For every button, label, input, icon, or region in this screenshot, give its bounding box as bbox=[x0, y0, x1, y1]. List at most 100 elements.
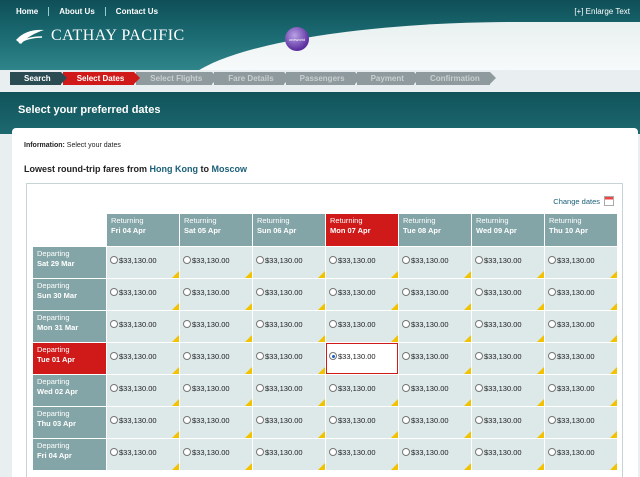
fare-radio[interactable] bbox=[329, 288, 337, 297]
fare-radio[interactable] bbox=[329, 416, 337, 425]
fare-cell[interactable]: $33,130.00 bbox=[399, 375, 471, 406]
fare-radio[interactable] bbox=[475, 384, 483, 393]
fare-cell[interactable]: $33,130.00 bbox=[545, 439, 617, 470]
fare-radio[interactable] bbox=[329, 352, 337, 361]
fare-radio[interactable] bbox=[183, 320, 191, 329]
fare-cell[interactable]: $33,130.00 bbox=[107, 311, 179, 342]
fare-cell[interactable]: $33,130.00 bbox=[253, 343, 325, 374]
fare-cell[interactable]: $33,130.00 bbox=[472, 343, 544, 374]
fare-radio[interactable] bbox=[548, 416, 556, 425]
fare-radio[interactable] bbox=[183, 384, 191, 393]
change-dates-link[interactable]: Change dates bbox=[553, 196, 614, 206]
fare-radio[interactable] bbox=[256, 448, 264, 457]
fare-cell[interactable]: $33,130.00 bbox=[180, 343, 252, 374]
fare-cell[interactable]: $33,130.00 bbox=[107, 343, 179, 374]
fare-radio[interactable] bbox=[183, 288, 191, 297]
fare-cell[interactable]: $33,130.00 bbox=[399, 311, 471, 342]
fare-radio[interactable] bbox=[110, 416, 118, 425]
fare-cell[interactable]: $33,130.00 bbox=[326, 343, 398, 374]
fare-cell[interactable]: $33,130.00 bbox=[326, 439, 398, 470]
fare-radio[interactable] bbox=[183, 448, 191, 457]
fare-cell[interactable]: $33,130.00 bbox=[545, 407, 617, 438]
fare-radio[interactable] bbox=[402, 416, 410, 425]
fare-cell[interactable]: $33,130.00 bbox=[180, 311, 252, 342]
fare-cell[interactable]: $33,130.00 bbox=[326, 407, 398, 438]
fare-radio[interactable] bbox=[475, 288, 483, 297]
fare-radio[interactable] bbox=[548, 320, 556, 329]
fare-cell[interactable]: $33,130.00 bbox=[472, 439, 544, 470]
brand-logo[interactable]: CATHAY PACIFIC bbox=[15, 26, 185, 46]
fare-cell[interactable]: $33,130.00 bbox=[472, 375, 544, 406]
change-dates-label[interactable]: Change dates bbox=[553, 197, 600, 206]
fare-cell[interactable]: $33,130.00 bbox=[253, 407, 325, 438]
fare-radio[interactable] bbox=[402, 320, 410, 329]
calendar-icon[interactable] bbox=[604, 196, 614, 206]
fare-cell[interactable]: $33,130.00 bbox=[253, 439, 325, 470]
fare-radio[interactable] bbox=[475, 416, 483, 425]
fare-cell[interactable]: $33,130.00 bbox=[253, 311, 325, 342]
fare-radio[interactable] bbox=[256, 256, 264, 265]
fare-radio[interactable] bbox=[256, 320, 264, 329]
fare-cell[interactable]: $33,130.00 bbox=[180, 439, 252, 470]
fare-cell[interactable]: $33,130.00 bbox=[107, 247, 179, 278]
fare-radio[interactable] bbox=[256, 352, 264, 361]
fare-cell[interactable]: $33,130.00 bbox=[399, 343, 471, 374]
fare-cell[interactable]: $33,130.00 bbox=[326, 247, 398, 278]
fare-cell[interactable]: $33,130.00 bbox=[253, 279, 325, 310]
fare-cell[interactable]: $33,130.00 bbox=[472, 407, 544, 438]
fare-cell[interactable]: $33,130.00 bbox=[180, 247, 252, 278]
fare-cell[interactable]: $33,130.00 bbox=[399, 439, 471, 470]
fare-cell[interactable]: $33,130.00 bbox=[326, 279, 398, 310]
fare-radio[interactable] bbox=[183, 416, 191, 425]
fare-cell[interactable]: $33,130.00 bbox=[545, 279, 617, 310]
fare-radio[interactable] bbox=[110, 288, 118, 297]
nav-contact-link[interactable]: Contact Us bbox=[104, 7, 168, 16]
fare-radio[interactable] bbox=[402, 256, 410, 265]
fare-cell[interactable]: $33,130.00 bbox=[180, 375, 252, 406]
fare-radio[interactable] bbox=[548, 288, 556, 297]
fare-radio[interactable] bbox=[256, 288, 264, 297]
fare-radio[interactable] bbox=[475, 256, 483, 265]
fare-cell[interactable]: $33,130.00 bbox=[107, 279, 179, 310]
fare-cell[interactable]: $33,130.00 bbox=[472, 311, 544, 342]
fare-radio[interactable] bbox=[110, 352, 118, 361]
fare-cell[interactable]: $33,130.00 bbox=[326, 375, 398, 406]
fare-radio[interactable] bbox=[475, 320, 483, 329]
fare-radio[interactable] bbox=[329, 448, 337, 457]
fare-cell[interactable]: $33,130.00 bbox=[399, 407, 471, 438]
fare-radio[interactable] bbox=[548, 256, 556, 265]
fare-radio[interactable] bbox=[110, 448, 118, 457]
fare-cell[interactable]: $33,130.00 bbox=[107, 375, 179, 406]
fare-radio[interactable] bbox=[548, 448, 556, 457]
fare-cell[interactable]: $33,130.00 bbox=[180, 279, 252, 310]
fare-radio[interactable] bbox=[256, 384, 264, 393]
fare-radio[interactable] bbox=[548, 352, 556, 361]
fare-radio[interactable] bbox=[548, 384, 556, 393]
fare-radio[interactable] bbox=[329, 320, 337, 329]
nav-about-link[interactable]: About Us bbox=[48, 7, 105, 16]
fare-cell[interactable]: $33,130.00 bbox=[180, 407, 252, 438]
fare-cell[interactable]: $33,130.00 bbox=[545, 311, 617, 342]
fare-cell[interactable]: $33,130.00 bbox=[472, 247, 544, 278]
fare-radio[interactable] bbox=[329, 256, 337, 265]
fare-cell[interactable]: $33,130.00 bbox=[399, 279, 471, 310]
fare-radio[interactable] bbox=[183, 352, 191, 361]
fare-cell[interactable]: $33,130.00 bbox=[545, 247, 617, 278]
fare-radio[interactable] bbox=[110, 320, 118, 329]
step-select-dates[interactable]: Select Dates bbox=[62, 72, 140, 85]
fare-cell[interactable]: $33,130.00 bbox=[107, 407, 179, 438]
nav-home-link[interactable]: Home bbox=[16, 7, 48, 16]
fare-radio[interactable] bbox=[475, 448, 483, 457]
fare-radio[interactable] bbox=[110, 384, 118, 393]
fare-cell[interactable]: $33,130.00 bbox=[545, 343, 617, 374]
fare-cell[interactable]: $33,130.00 bbox=[545, 375, 617, 406]
fare-cell[interactable]: $33,130.00 bbox=[107, 439, 179, 470]
fare-radio[interactable] bbox=[402, 288, 410, 297]
fare-radio[interactable] bbox=[402, 448, 410, 457]
step-search[interactable]: Search bbox=[10, 72, 67, 85]
fare-radio[interactable] bbox=[402, 384, 410, 393]
fare-cell[interactable]: $33,130.00 bbox=[253, 375, 325, 406]
fare-radio[interactable] bbox=[402, 352, 410, 361]
enlarge-text-link[interactable]: [+] Enlarge Text bbox=[574, 7, 630, 16]
fare-cell[interactable]: $33,130.00 bbox=[253, 247, 325, 278]
